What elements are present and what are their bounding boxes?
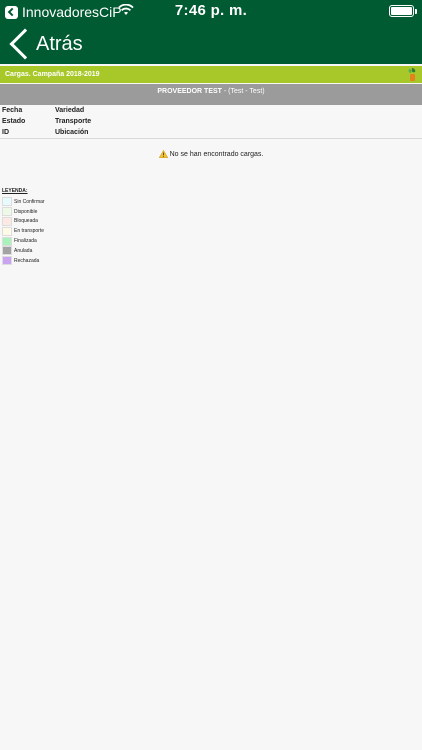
table-header-row: Estado Transporte (0, 116, 422, 127)
column-header: ID (2, 129, 9, 136)
legend-item: Anulada (2, 246, 45, 256)
legend-label: Finalizada (14, 238, 37, 245)
legend-title: LEYENDA: (2, 188, 28, 194)
legend-item: Finalizada (2, 236, 45, 246)
top-bar: InnovadoresCiP 7:46 p. m. Atrás (0, 0, 422, 64)
section-header-bar: Cargas. Campaña 2018-2019 (0, 66, 422, 83)
empty-state: No se han encontrado cargas. (0, 150, 422, 158)
legend-swatch (2, 246, 12, 256)
provider-name: PROVEEDOR TEST (157, 88, 222, 95)
legend-label: Sin Confirmar (14, 198, 45, 205)
legend-swatch (2, 207, 12, 217)
legend-swatch (2, 236, 12, 246)
table-header: Fecha Variedad Estado Transporte ID Ubic… (0, 105, 422, 139)
legend-label: En transporte (14, 228, 45, 235)
status-bar: InnovadoresCiP 7:46 p. m. (0, 0, 422, 22)
legend-swatch (2, 197, 12, 207)
column-header: Transporte (55, 118, 92, 125)
back-button[interactable]: Atrás (0, 26, 83, 62)
legend-swatch (2, 256, 12, 266)
back-label: Atrás (36, 32, 83, 55)
legend-item: En transporte (2, 226, 45, 236)
column-header: Ubicación (55, 129, 89, 136)
status-time: 7:46 p. m. (174, 2, 248, 19)
warning-icon (158, 150, 168, 158)
section-title: Cargas. Campaña 2018-2019 (5, 71, 100, 78)
legend-swatch (2, 216, 12, 226)
legend-label: Bloqueada (14, 218, 38, 225)
column-header: Estado (2, 118, 26, 125)
brand-logo-icon (408, 68, 416, 81)
legend-label: Rechazada (14, 257, 40, 264)
table-header-row: Fecha Variedad (0, 105, 422, 116)
legend-item: Sin Confirmar (2, 197, 45, 207)
legend-swatch (2, 226, 12, 236)
legend-item: Bloqueada (2, 216, 45, 227)
column-header: Variedad (55, 107, 85, 114)
legend-item: Disponible (2, 207, 45, 217)
legend-label: Anulada (14, 247, 33, 254)
battery-icon (389, 5, 417, 17)
legend-item: Rechazada (2, 256, 45, 266)
provider-detail: - (Test - Test) (221, 88, 265, 95)
column-header: Fecha (2, 107, 23, 114)
empty-message: No se han encontrado cargas. (169, 150, 264, 158)
legend-label: Disponible (14, 208, 38, 215)
table-header-row: ID Ubicación (0, 127, 422, 138)
provider-bar: PROVEEDOR TEST - (Test - Test) (0, 84, 422, 105)
legend: LEYENDA: Sin Confirmar Disponible Bloque… (2, 188, 45, 266)
